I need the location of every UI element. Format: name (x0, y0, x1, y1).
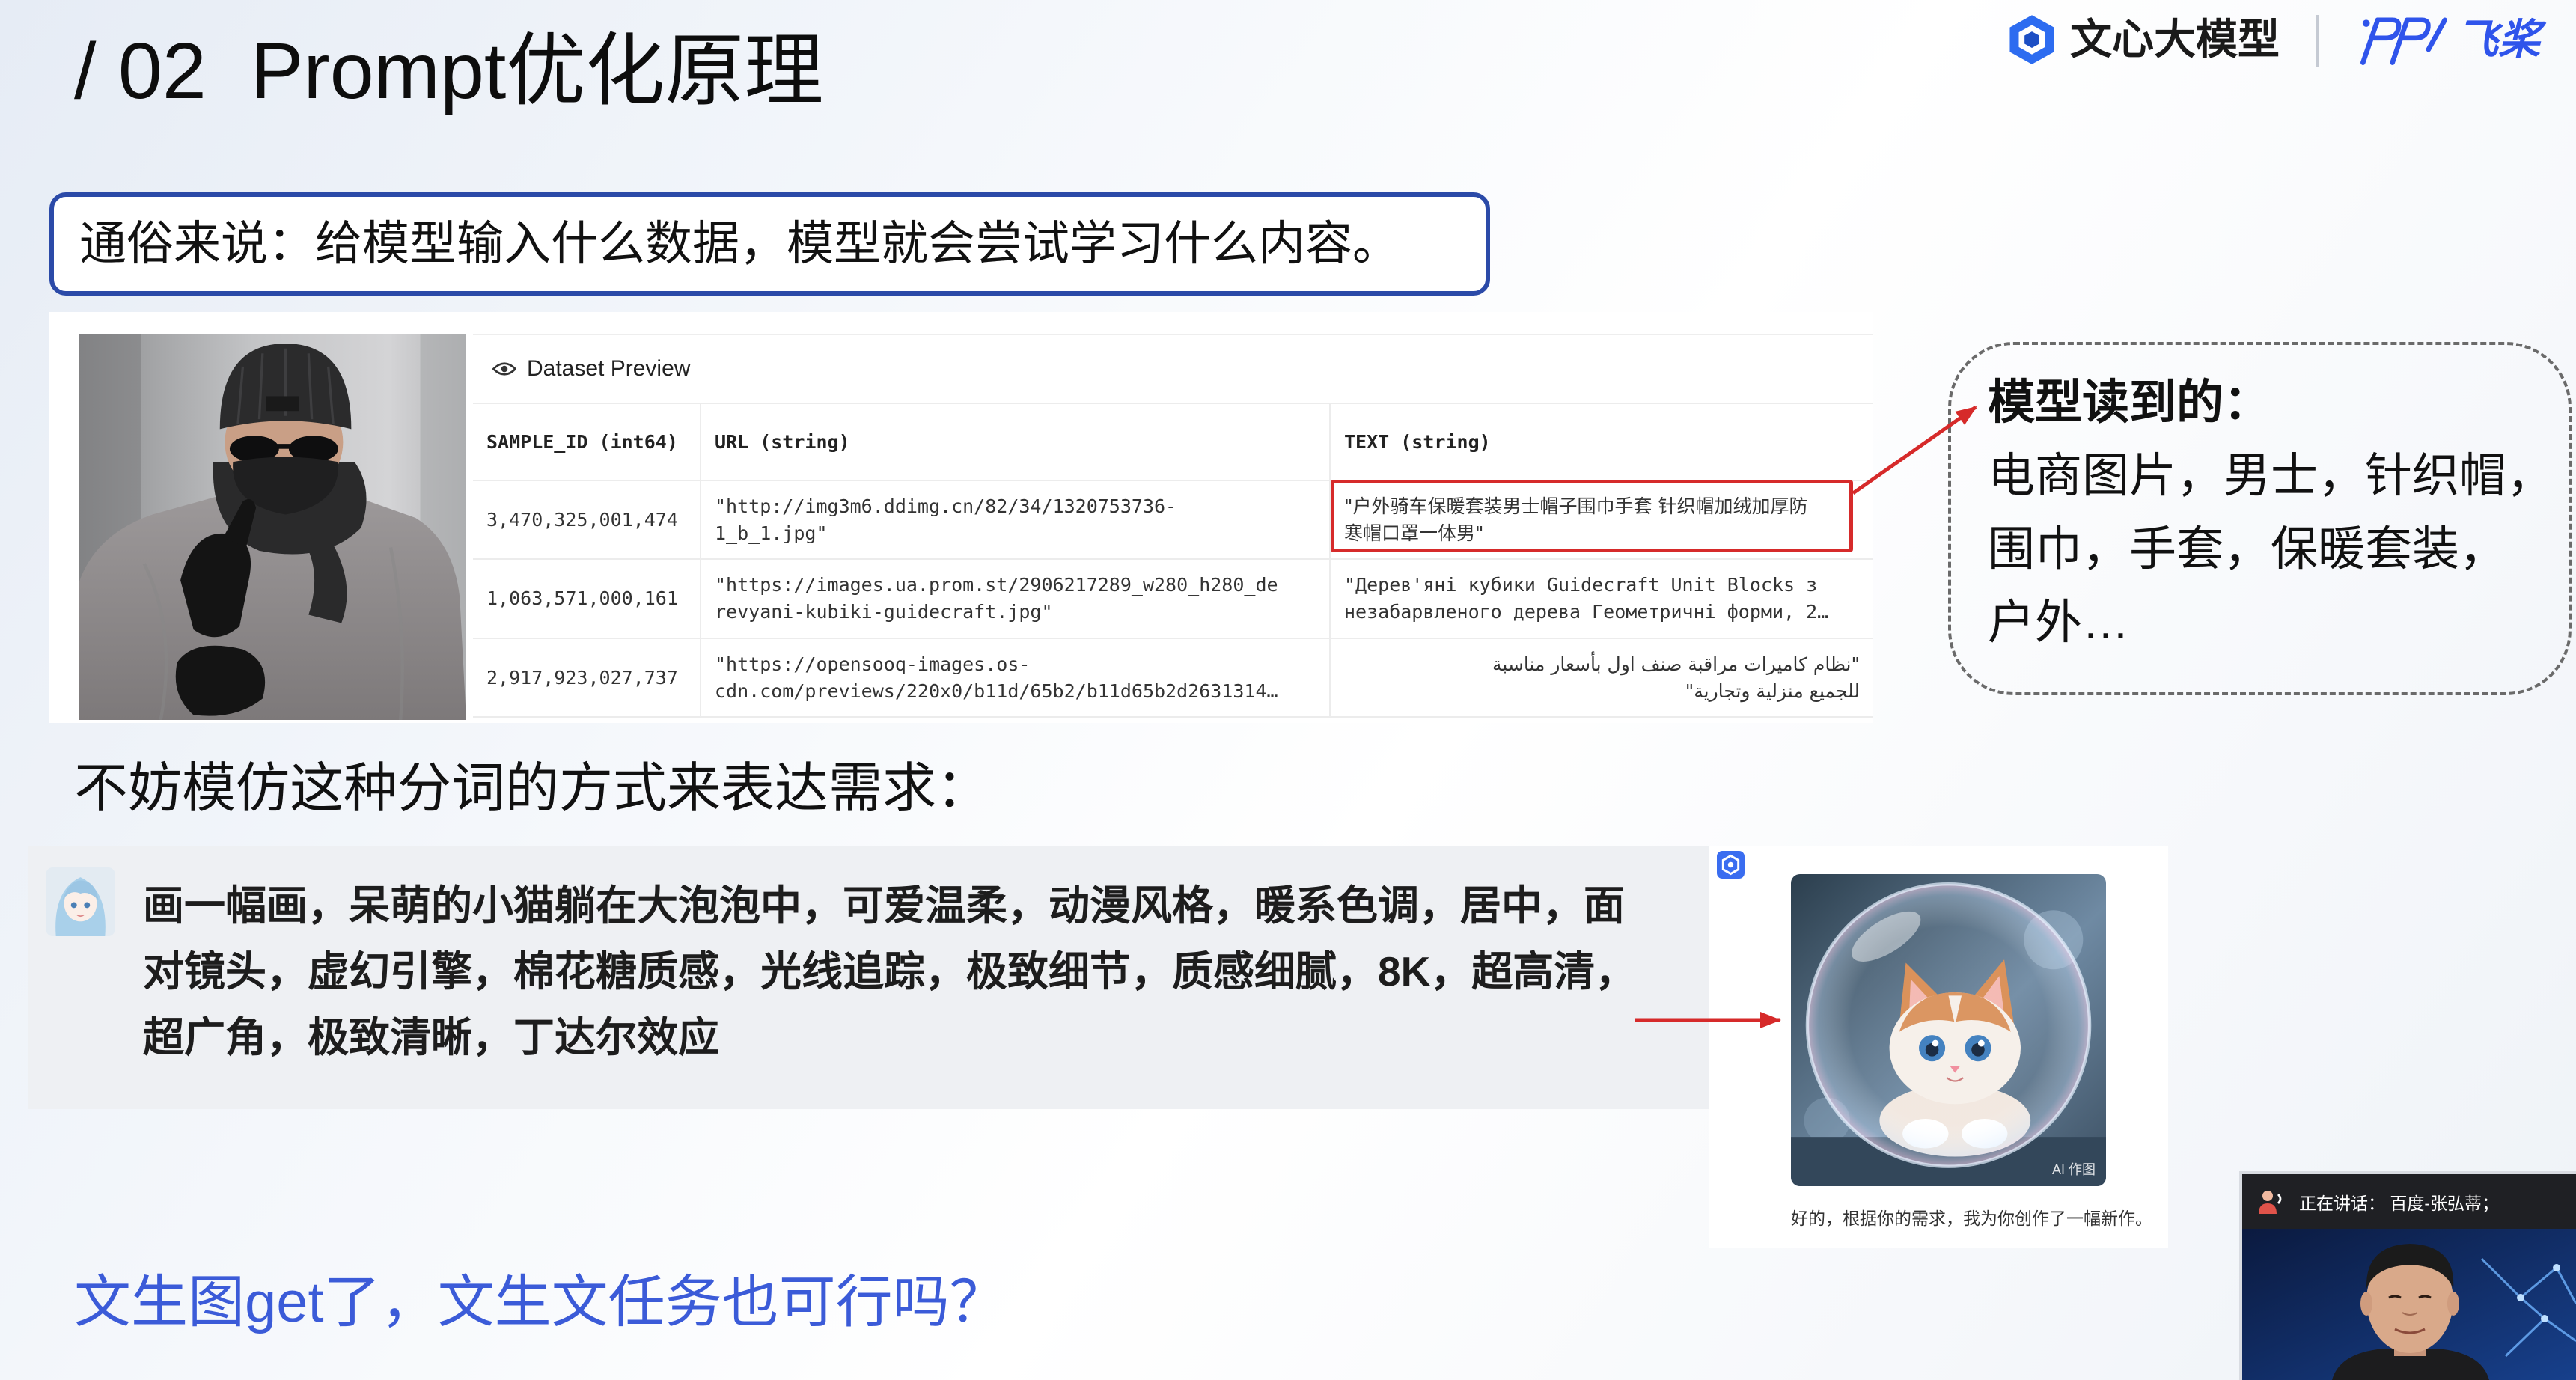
speaking-label: 正在讲话： 百度-张弘蒂； (2299, 1193, 2500, 1213)
user-avatar (46, 867, 115, 936)
dataset-preview-title: Dataset Preview (527, 356, 691, 381)
table-cell-text: "Дерев'яні кубики Guidecraft Unit Blocks… (1331, 560, 1873, 639)
eye-icon (492, 362, 516, 376)
url-line: revyani-kubiki-guidecraft.jpg" (715, 601, 1053, 623)
url-line: "https://images.ua.prom.st/2906217289_w2… (715, 574, 1278, 596)
speaking-indicator-bar: 正在讲话： 百度-张弘蒂； (2242, 1174, 2576, 1229)
chat-app-icon[interactable] (1717, 851, 1745, 879)
model-reads-callout: 模型读到的： 电商图片，男士，针织帽， 围巾，手套，保暖套装， 户外… (1948, 342, 2572, 695)
speaker-icon (2259, 1190, 2282, 1214)
speaker-video-feed (2242, 1229, 2576, 1380)
table-cell-sample-id: 1,063,571,000,161 (473, 560, 701, 639)
highlighted-text-cell (1331, 480, 1853, 552)
url-line: 1_b_1.jpg" (715, 522, 828, 544)
prompt-line: 超广角，极致清晰，丁达尔效应 (143, 1014, 720, 1060)
column-header-url: URL (string) (701, 404, 1331, 481)
imitate-hint: 不妨模仿这种分词的方式来表达需求： (74, 759, 991, 819)
bubble (1805, 882, 2092, 1168)
ai-image-badge: AI 作图 (2051, 1162, 2096, 1177)
wenxin-brand-label: 文心大模型 (2070, 16, 2280, 63)
text-line: незабарвленого дерева Геометричні форми,… (1344, 601, 1829, 623)
url-line: "http://img3m6.ddimg.cn/82/34/1320753736… (715, 495, 1177, 517)
wenxin-logo-icon (2009, 15, 2054, 64)
slide-title: / 02 Prompt优化原理 (74, 27, 824, 115)
table-cell-sample-id: 2,917,923,027,737 (473, 639, 701, 718)
prompt-text: 画一幅画，呆萌的小猫躺在大泡泡中，可爱温柔，动漫风格，暖系色调，居中，面 对镜头… (143, 873, 1636, 1070)
model-reads-line: 围巾，手套，保暖套装， (1988, 523, 2506, 575)
table-cell-url: "https://opensooq-images.os- cdn.com/pre… (701, 639, 1331, 718)
text-line: للجميع منزلية وتجارية" (1685, 680, 1860, 702)
column-header-sample-id: SAMPLE_ID (int64) (473, 404, 701, 481)
model-reads-heading: 模型读到的： (1988, 376, 2271, 429)
dataset-preview-header: Dataset Preview (473, 335, 1873, 403)
prompt-line: 对镜头，虚幻引擎，棉花糖质感，光线追踪，极致细节，质感细腻，8K，超高清， (143, 948, 1637, 995)
speaker-video-tile[interactable]: 正在讲话： 百度-张弘蒂； (2239, 1171, 2576, 1380)
table-cell-sample-id: 3,470,325,001,474 (473, 481, 701, 560)
model-reads-line: 户外… (1988, 596, 2129, 649)
generated-cat-image[interactable]: AI 作图 (1791, 874, 2106, 1186)
table-cell-url: "http://img3m6.ddimg.cn/82/34/1320753736… (701, 481, 1331, 560)
column-header-text: TEXT (string) (1331, 404, 1873, 481)
closing-question: 文生图get了，文生文任务也可行吗？ (74, 1271, 1007, 1334)
url-line: cdn.com/previews/220x0/b11d/65b2/b11d65b… (715, 680, 1278, 702)
url-line: "https://opensooq-images.os- (715, 653, 1031, 675)
model-reads-line: 电商图片，男士，针织帽， (1988, 450, 2554, 502)
paddle-brand-label: 飞桨 (2456, 16, 2540, 63)
text-line: "Дерев'яні кубики Guidecraft Unit Blocks… (1344, 574, 1818, 596)
presentation-slide: / 02 Prompt优化原理 文心大模型 飞桨 通俗来说：给模型输入什么数据，… (0, 0, 2576, 1380)
text-line: "نظام كاميرات مراقبة صنف اول بأسعار مناس… (1492, 653, 1860, 675)
prompt-line: 画一幅画，呆萌的小猫躺在大泡泡中，可爱温柔，动漫风格，暖系色调，居中，面 (143, 882, 1626, 929)
paddle-logo-icon (2360, 17, 2447, 65)
product-photo-man-winter-gear (79, 334, 466, 720)
dataset-table: SAMPLE_ID (int64) URL (string) TEXT (str… (473, 403, 1873, 718)
table-cell-url: "https://images.ua.prom.st/2906217289_w2… (701, 560, 1331, 639)
table-cell-text: "نظام كاميرات مراقبة صنف اول بأسعار مناس… (1331, 639, 1873, 718)
brand-divider (2316, 15, 2319, 67)
assistant-reply: 好的，根据你的需求，我为你创作了一幅新作。 (1791, 1209, 2152, 1228)
summary-callout: 通俗来说：给模型输入什么数据，模型就会尝试学习什么内容。 (49, 192, 1490, 296)
